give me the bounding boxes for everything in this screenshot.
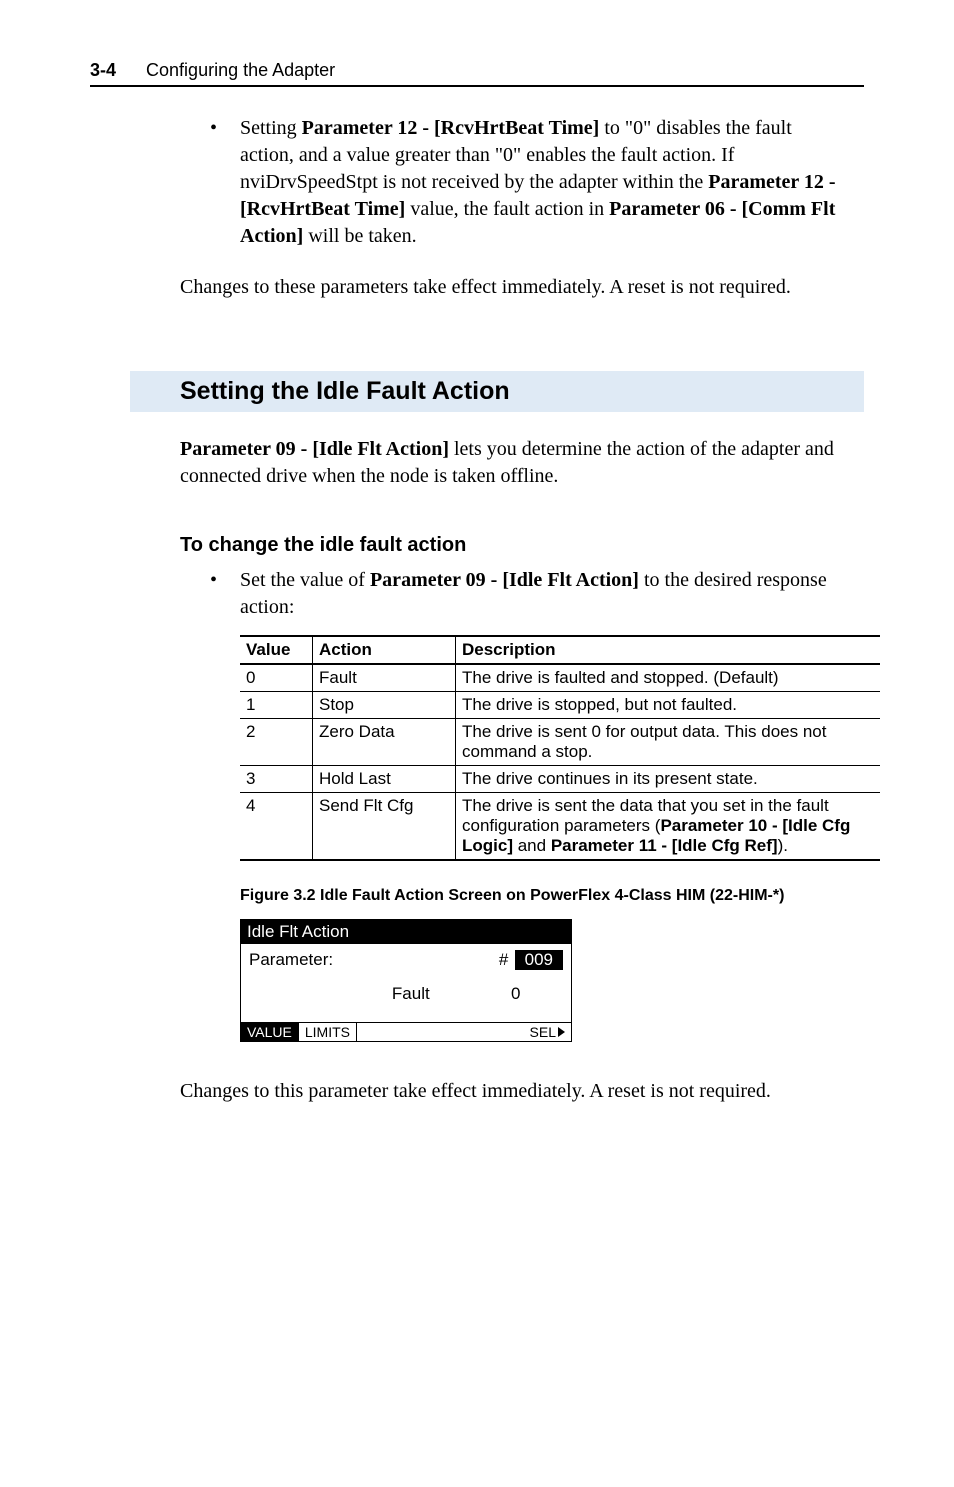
section-heading: Setting the Idle Fault Action [130, 371, 864, 412]
triangle-right-icon [558, 1027, 565, 1037]
him-titlebar: Idle Flt Action [241, 920, 571, 944]
header-title: Configuring the Adapter [146, 60, 335, 80]
cell-description: The drive continues in its present state… [456, 766, 881, 793]
col-header-value: Value [240, 636, 313, 664]
bullet-item-2: Set the value of Parameter 09 - [Idle Fl… [210, 567, 844, 621]
cell-description: The drive is sent 0 for output data. Thi… [456, 719, 881, 766]
text: ). [778, 836, 788, 855]
param-ref: Parameter 11 - [Idle Cfg Ref] [551, 836, 778, 855]
page-header: 3-4 Configuring the Adapter [90, 60, 864, 87]
col-header-action: Action [313, 636, 456, 664]
cell-value: 1 [240, 692, 313, 719]
text: value, the fault action in [405, 198, 609, 220]
cell-action: Send Flt Cfg [313, 793, 456, 861]
cell-action: Stop [313, 692, 456, 719]
bullet-item-1: Setting Parameter 12 - [RcvHrtBeat Time]… [210, 115, 844, 250]
cell-action: Hold Last [313, 766, 456, 793]
param-ref: Parameter 09 - [Idle Flt Action] [370, 569, 639, 591]
text: and [513, 836, 551, 855]
bullet-text: Set the value of Parameter 09 - [Idle Fl… [240, 567, 844, 621]
him-button-row: VALUE LIMITS SEL [241, 1022, 571, 1041]
paragraph: Parameter 09 - [Idle Flt Action] lets yo… [180, 436, 844, 490]
table-row: 1 Stop The drive is stopped, but not fau… [240, 692, 880, 719]
action-table: Value Action Description 0 Fault The dri… [240, 635, 880, 861]
him-sel-label: SEL [530, 1024, 556, 1040]
figure-caption: Figure 3.2 Idle Fault Action Screen on P… [240, 887, 864, 905]
cell-value: 0 [240, 664, 313, 692]
page: 3-4 Configuring the Adapter Setting Para… [0, 0, 954, 1165]
cell-description: The drive is stopped, but not faulted. [456, 692, 881, 719]
bullet-icon [210, 115, 240, 250]
him-value-row: Fault 0 [249, 970, 563, 1018]
him-param-label: Parameter: [249, 950, 493, 970]
bullet-text: Setting Parameter 12 - [RcvHrtBeat Time]… [240, 115, 844, 250]
param-ref: Parameter 12 - [RcvHrtBeat Time] [302, 117, 600, 139]
col-header-description: Description [456, 636, 881, 664]
header-text: 3-4 Configuring the Adapter [90, 60, 335, 80]
paragraph: Changes to these parameters take effect … [180, 274, 844, 301]
him-screen: Idle Flt Action Parameter: # 009 Fault 0… [240, 919, 572, 1042]
him-param-number: 009 [515, 950, 563, 970]
him-limits-button[interactable]: LIMITS [299, 1023, 357, 1041]
sub-heading: To change the idle fault action [180, 534, 864, 557]
cell-action: Zero Data [313, 719, 456, 766]
him-sel-button[interactable]: SEL [524, 1023, 571, 1041]
cell-description: The drive is faulted and stopped. (Defau… [456, 664, 881, 692]
table-row: 4 Send Flt Cfg The drive is sent the dat… [240, 793, 880, 861]
cell-value: 3 [240, 766, 313, 793]
table-header-row: Value Action Description [240, 636, 880, 664]
param-ref: Parameter 09 - [Idle Flt Action] [180, 438, 449, 460]
bullet-icon [210, 567, 240, 621]
him-action-value: Fault [392, 984, 511, 1004]
cell-description: The drive is sent the data that you set … [456, 793, 881, 861]
table-row: 3 Hold Last The drive continues in its p… [240, 766, 880, 793]
text: Setting [240, 117, 302, 139]
table-row: 0 Fault The drive is faulted and stopped… [240, 664, 880, 692]
him-value-button[interactable]: VALUE [241, 1023, 299, 1041]
him-param-row: Parameter: # 009 [249, 950, 563, 970]
text: Set the value of [240, 569, 370, 591]
paragraph: Changes to this parameter take effect im… [180, 1078, 844, 1105]
page-number: 3-4 [90, 60, 116, 80]
cell-value: 4 [240, 793, 313, 861]
cell-action: Fault [313, 664, 456, 692]
him-hash: # [493, 950, 515, 970]
him-body: Parameter: # 009 Fault 0 [241, 944, 571, 1022]
table-row: 2 Zero Data The drive is sent 0 for outp… [240, 719, 880, 766]
cell-value: 2 [240, 719, 313, 766]
him-numeric-value: 0 [511, 984, 563, 1004]
text: will be taken. [303, 225, 416, 247]
